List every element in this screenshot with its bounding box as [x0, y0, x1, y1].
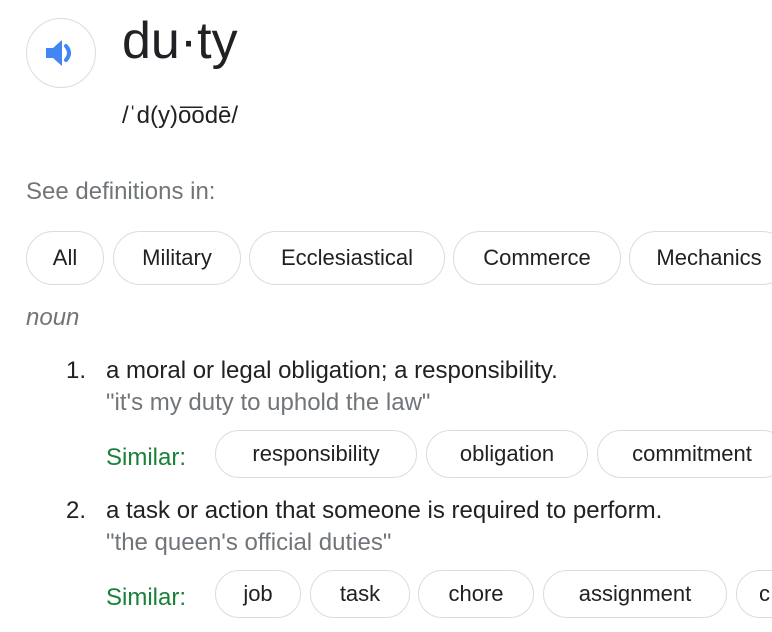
definition-example: "it's my duty to uphold the law" — [106, 389, 431, 416]
synonym-chip-assignment[interactable]: assignment — [543, 570, 727, 618]
domain-chip-mechanics[interactable]: Mechanics — [629, 231, 772, 285]
similar-label: Similar: — [106, 444, 187, 471]
synonym-chip-responsibility[interactable]: responsibility — [215, 430, 417, 478]
speaker-icon — [46, 40, 71, 66]
similar-label: Similar: — [106, 584, 187, 611]
synonym-chip-obligation[interactable]: obligation — [426, 430, 588, 478]
domain-chip-military[interactable]: Military — [113, 231, 241, 285]
definition-example: "the queen's official duties" — [106, 529, 392, 556]
synonym-chip-job[interactable]: job — [215, 570, 301, 618]
synonym-chip-truncated[interactable]: c — [736, 570, 772, 618]
part-of-speech: noun — [26, 304, 80, 331]
headword: du·ty — [122, 12, 238, 70]
domain-chip-ecclesiastical[interactable]: Ecclesiastical — [249, 231, 445, 285]
synonym-chip-task[interactable]: task — [310, 570, 410, 618]
definition-number: 2. — [66, 497, 87, 524]
domain-chip-all[interactable]: All — [26, 231, 104, 285]
phonetic-spelling: /ˈd(y)o͞odē/ — [122, 102, 239, 129]
play-pronunciation-button[interactable] — [26, 18, 96, 88]
see-definitions-label: See definitions in: — [26, 178, 216, 205]
definition-text: a task or action that someone is require… — [106, 497, 663, 524]
synonym-chip-commitment[interactable]: commitment — [597, 430, 772, 478]
domain-chip-commerce[interactable]: Commerce — [453, 231, 621, 285]
synonym-chip-chore[interactable]: chore — [418, 570, 534, 618]
definition-text: a moral or legal obligation; a responsib… — [106, 357, 558, 384]
definition-number: 1. — [66, 357, 87, 384]
